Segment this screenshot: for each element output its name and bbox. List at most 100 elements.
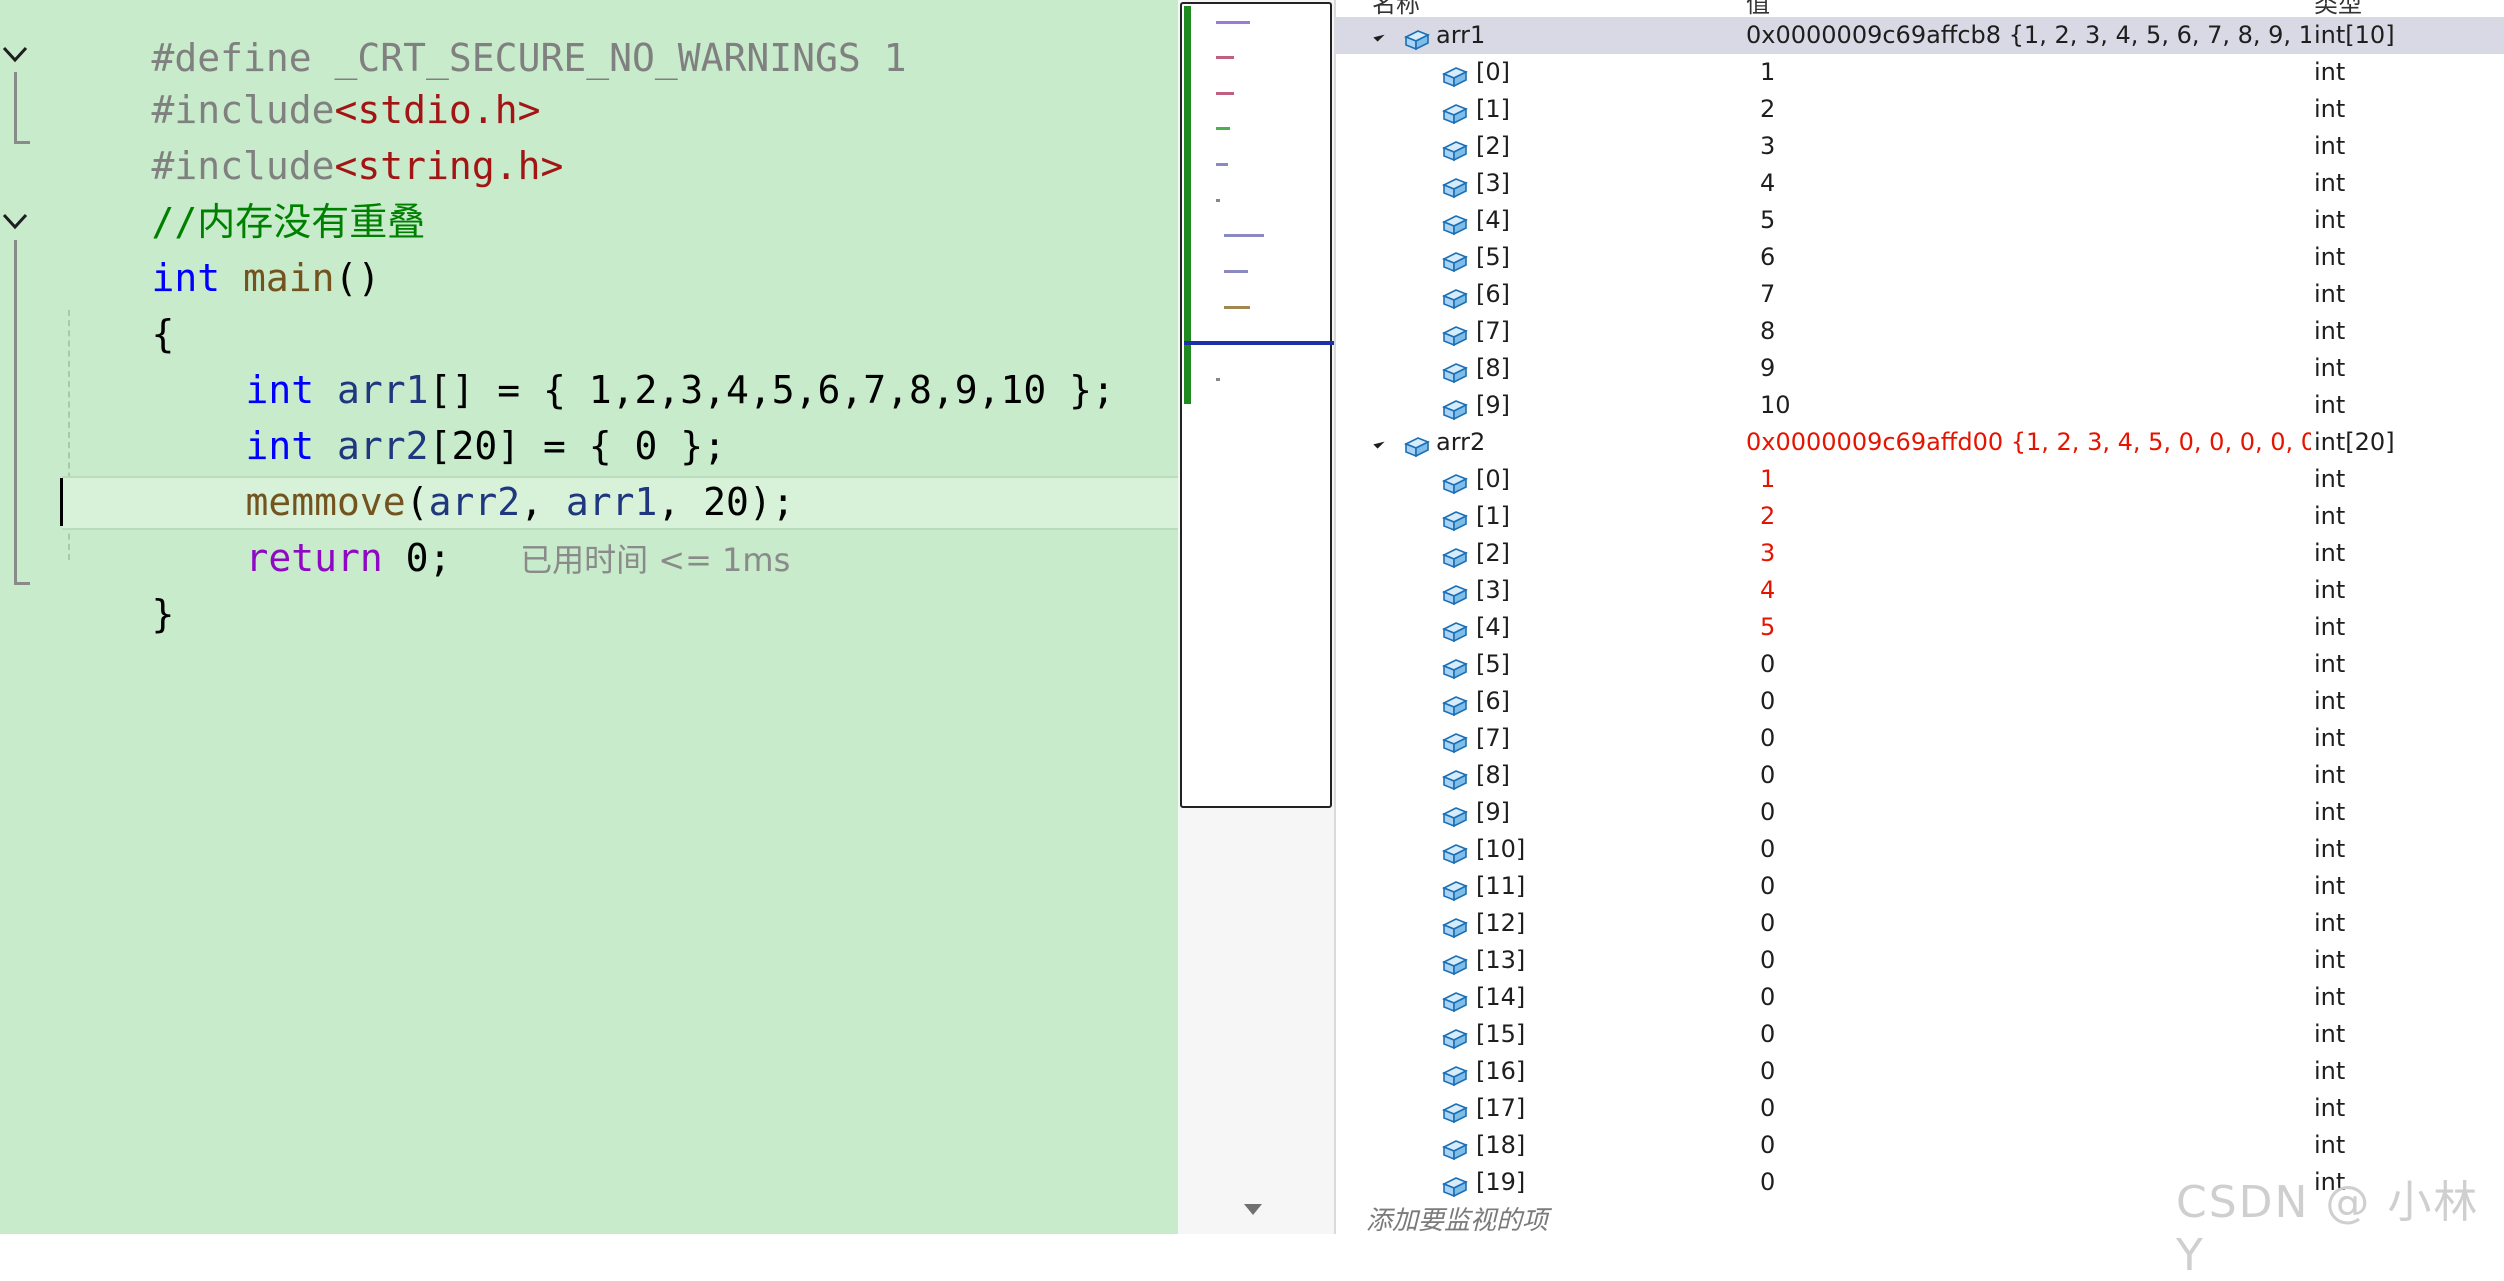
element-value[interactable]: 5 bbox=[1760, 202, 2325, 239]
watch-row-element[interactable]: [1] 2 int bbox=[1336, 498, 2504, 535]
watch-row-element[interactable]: [2] 3 int bbox=[1336, 535, 2504, 572]
code-minimap[interactable] bbox=[1178, 0, 1334, 1234]
element-type: int bbox=[2314, 872, 2346, 900]
chevron-down-icon[interactable] bbox=[0, 206, 30, 236]
watch-row-element[interactable]: [9] 10 int bbox=[1336, 387, 2504, 424]
watch-row-element[interactable]: [3] 4 int bbox=[1336, 572, 2504, 609]
watch-row-element[interactable]: [7] 8 int bbox=[1336, 313, 2504, 350]
watch-row-element[interactable]: [10] 0 int bbox=[1336, 831, 2504, 868]
watch-row-element[interactable]: [8] 9 int bbox=[1336, 350, 2504, 387]
chevron-down-icon[interactable] bbox=[0, 39, 30, 69]
element-value[interactable]: 0 bbox=[1760, 942, 2325, 979]
watch-row-arr1[interactable]: arr1 0x0000009c69affcb8 {1, 2, 3, 4, 5, 6… bbox=[1336, 17, 2504, 54]
watch-value[interactable]: 0x0000009c69affcb8 {1, 2, 3, 4, 5, 6, 7,… bbox=[1746, 17, 2311, 54]
element-type: int bbox=[2314, 465, 2346, 493]
watch-row-element[interactable]: [14] 0 int bbox=[1336, 979, 2504, 1016]
watch-row-element[interactable]: [8] 0 int bbox=[1336, 757, 2504, 794]
code-line-include-string[interactable]: #include<string.h> bbox=[60, 82, 564, 188]
element-value[interactable]: 0 bbox=[1760, 646, 2325, 683]
watch-row-element[interactable]: [13] 0 int bbox=[1336, 942, 2504, 979]
code-line-return[interactable]: return 0; 已用时间 <= 1ms bbox=[154, 474, 791, 580]
watch-row-element[interactable]: [17] 0 int bbox=[1336, 1090, 2504, 1127]
watch-window[interactable]: 名称 值 类型 arr1 0x0000009c69affcb8 {1, 2, 3,… bbox=[1334, 0, 2504, 1234]
code-editor[interactable]: #define _CRT_SECURE_NO_WARNINGS 1 #inclu… bbox=[0, 0, 1178, 1234]
element-value[interactable]: 0 bbox=[1760, 868, 2325, 905]
watch-row-element[interactable]: [9] 0 int bbox=[1336, 794, 2504, 831]
object-cube-icon bbox=[1442, 617, 1468, 643]
watch-row-element[interactable]: [0] 1 int bbox=[1336, 54, 2504, 91]
triangle-expanded-icon[interactable] bbox=[1373, 437, 1385, 449]
watch-row-element[interactable]: [2] 3 int bbox=[1336, 128, 2504, 165]
watch-row-element[interactable]: [16] 0 int bbox=[1336, 1053, 2504, 1090]
element-value[interactable]: 0 bbox=[1760, 1016, 2325, 1053]
element-value[interactable]: 6 bbox=[1760, 239, 2325, 276]
element-value[interactable]: 0 bbox=[1760, 794, 2325, 831]
element-value[interactable]: 0 bbox=[1760, 720, 2325, 757]
minimap-panel[interactable] bbox=[1180, 2, 1334, 808]
object-cube-icon bbox=[1442, 469, 1468, 495]
code-line-memmove[interactable]: memmove(arr2, arr1, 20); bbox=[154, 418, 795, 524]
object-cube-icon bbox=[1442, 62, 1468, 88]
watch-row-element[interactable]: [4] 5 int bbox=[1336, 609, 2504, 646]
element-value[interactable]: 10 bbox=[1760, 387, 2325, 424]
watch-row-element[interactable]: [6] 0 int bbox=[1336, 683, 2504, 720]
code-line-open-brace[interactable]: { bbox=[60, 250, 175, 356]
element-value[interactable]: 0 bbox=[1760, 905, 2325, 942]
minimap-line bbox=[1216, 127, 1230, 130]
watch-row-element[interactable]: [4] 5 int bbox=[1336, 202, 2504, 239]
watch-row-element[interactable]: [3] 4 int bbox=[1336, 165, 2504, 202]
watch-row-element[interactable]: [1] 2 int bbox=[1336, 91, 2504, 128]
element-value[interactable]: 4 bbox=[1760, 572, 2325, 609]
code-line-close-brace[interactable]: } bbox=[60, 530, 175, 636]
element-value[interactable]: 5 bbox=[1760, 609, 2325, 646]
watch-row-element[interactable]: [18] 0 int bbox=[1336, 1127, 2504, 1164]
element-value[interactable]: 8 bbox=[1760, 313, 2325, 350]
object-cube-icon bbox=[1442, 691, 1468, 717]
element-value[interactable]: 0 bbox=[1760, 979, 2325, 1016]
code-line-include-stdio[interactable]: #include<stdio.h> bbox=[60, 26, 541, 132]
object-cube-icon bbox=[1442, 99, 1468, 125]
element-value[interactable]: 3 bbox=[1760, 128, 2325, 165]
object-cube-icon bbox=[1442, 210, 1468, 236]
element-value[interactable]: 2 bbox=[1760, 91, 2325, 128]
element-value[interactable]: 0 bbox=[1760, 683, 2325, 720]
object-cube-icon bbox=[1442, 543, 1468, 569]
element-type: int bbox=[2314, 650, 2346, 678]
element-value[interactable]: 0 bbox=[1760, 1127, 2325, 1164]
element-value[interactable]: 0 bbox=[1760, 831, 2325, 868]
element-value[interactable]: 0 bbox=[1760, 757, 2325, 794]
add-watch-item[interactable]: 添加要监视的项 bbox=[1366, 1200, 1548, 1234]
element-value[interactable]: 1 bbox=[1760, 461, 2325, 498]
code-line-comment[interactable]: //内存没有重叠 bbox=[60, 138, 426, 244]
element-value[interactable]: 4 bbox=[1760, 165, 2325, 202]
triangle-expanded-icon[interactable] bbox=[1373, 30, 1385, 42]
minimap-line bbox=[1216, 92, 1234, 95]
scroll-down-icon[interactable] bbox=[1244, 1204, 1262, 1215]
element-value[interactable]: 9 bbox=[1760, 350, 2325, 387]
watch-row-element[interactable]: [0] 1 int bbox=[1336, 461, 2504, 498]
element-value[interactable]: 2 bbox=[1760, 498, 2325, 535]
object-cube-icon bbox=[1442, 173, 1468, 199]
element-value[interactable]: 7 bbox=[1760, 276, 2325, 313]
object-cube-icon bbox=[1404, 432, 1430, 458]
element-value[interactable]: 1 bbox=[1760, 54, 2325, 91]
element-value[interactable]: 0 bbox=[1760, 1090, 2325, 1127]
watch-row-element[interactable]: [7] 0 int bbox=[1336, 720, 2504, 757]
watch-row-arr2[interactable]: arr2 0x0000009c69affd00 {1, 2, 3, 4, 5, 0… bbox=[1336, 424, 2504, 461]
watch-value[interactable]: 0x0000009c69affd00 {1, 2, 3, 4, 5, 0, 0,… bbox=[1746, 424, 2311, 461]
watch-row-element[interactable]: [5] 0 int bbox=[1336, 646, 2504, 683]
watch-row-element[interactable]: [5] 6 int bbox=[1336, 239, 2504, 276]
code-line-main[interactable]: int main() bbox=[60, 194, 381, 300]
punctuation: () bbox=[334, 256, 381, 300]
code-line-arr1[interactable]: int arr1[] = { 1,2,3,4,5,6,7,8,9,10 }; bbox=[154, 306, 1115, 412]
code-line-arr2[interactable]: int arr2[20] = { 0 }; bbox=[154, 362, 726, 468]
minimap-viewport-indicator[interactable] bbox=[1184, 341, 1334, 345]
element-value[interactable]: 0 bbox=[1760, 1053, 2325, 1090]
watch-row-element[interactable]: [12] 0 int bbox=[1336, 905, 2504, 942]
element-value[interactable]: 3 bbox=[1760, 535, 2325, 572]
element-type: int bbox=[2314, 317, 2346, 345]
watch-row-element[interactable]: [6] 7 int bbox=[1336, 276, 2504, 313]
watch-row-element[interactable]: [11] 0 int bbox=[1336, 868, 2504, 905]
watch-row-element[interactable]: [15] 0 int bbox=[1336, 1016, 2504, 1053]
element-type: int bbox=[2314, 1131, 2346, 1159]
